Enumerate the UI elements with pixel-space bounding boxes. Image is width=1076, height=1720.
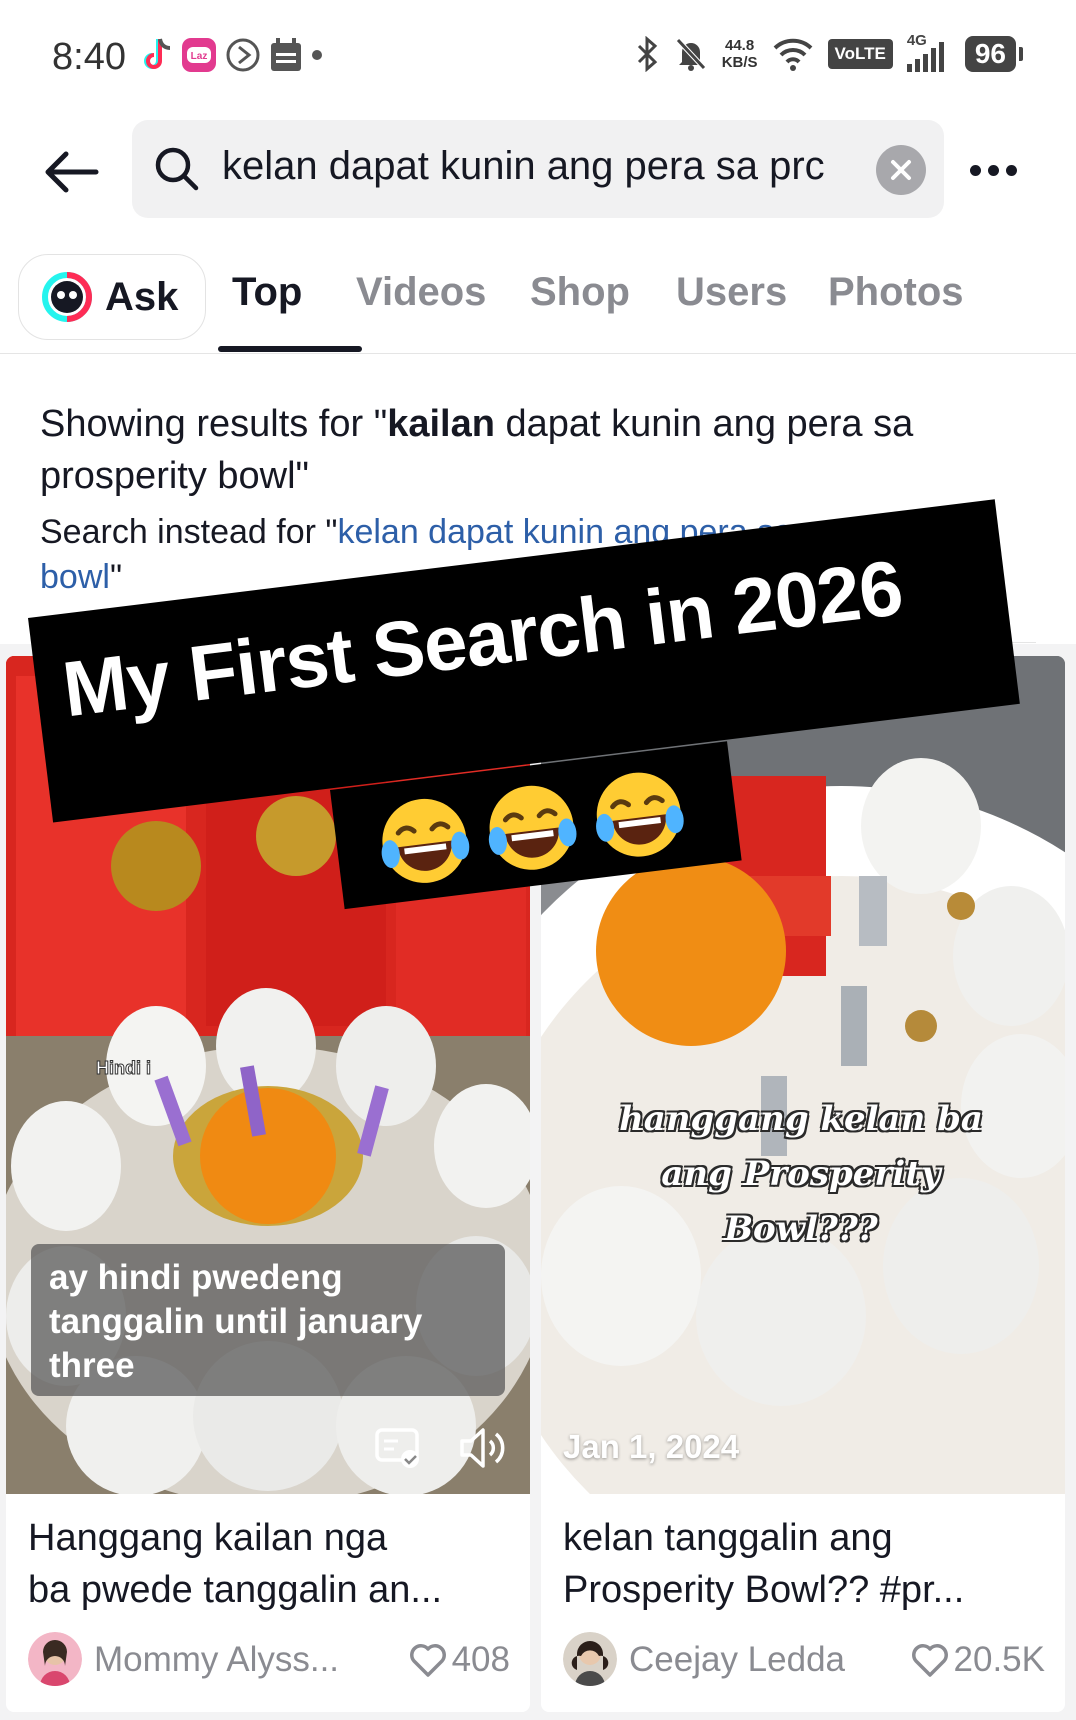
- status-time: 8:40: [52, 36, 126, 78]
- overlay-tag: Hindi i: [96, 1058, 152, 1079]
- more-dot-icon: [970, 164, 981, 176]
- status-bar: 8:40 Laz 44.8 KB/S VoLTE 4G 96: [0, 0, 1076, 112]
- mute-bell-icon: [675, 38, 706, 71]
- corrected-word: kailan: [387, 403, 495, 445]
- volume-icon[interactable]: [458, 1424, 510, 1472]
- tab-users[interactable]: Users: [676, 270, 787, 315]
- video-date: Jan 1, 2024: [563, 1428, 740, 1465]
- wifi-icon: [773, 38, 812, 71]
- laughing-crying-emoji-icon: [381, 798, 470, 883]
- author-name[interactable]: Ceejay Ledda: [629, 1640, 845, 1680]
- laughing-crying-emoji-icon: [596, 772, 684, 857]
- svg-text:Laz: Laz: [191, 51, 208, 62]
- caption-overlay: ay hindi pwedeng tanggalin until january…: [31, 1244, 505, 1396]
- more-dot-icon: [988, 164, 999, 176]
- volte-badge: VoLTE: [827, 39, 893, 69]
- more-notifications-dot-icon: [312, 50, 322, 60]
- tab-photos[interactable]: Photos: [828, 270, 964, 315]
- back-arrow-icon[interactable]: [40, 140, 104, 204]
- tab-shop[interactable]: Shop: [530, 270, 630, 315]
- tab-ask-label: Ask: [105, 274, 179, 319]
- search-tabs: Ask Top Videos Shop Users Photos: [0, 252, 1076, 354]
- avatar[interactable]: [28, 1632, 82, 1686]
- search-icon: [155, 147, 199, 191]
- captions-icon[interactable]: [374, 1426, 422, 1470]
- lazada-notification-icon: Laz: [182, 38, 216, 72]
- video-text-overlay: hanggang kelan ba ang Prosperity Bowl???: [619, 1099, 983, 1249]
- video-title[interactable]: kelan tanggalin ang Prosperity Bowl?? #p…: [563, 1512, 1043, 1616]
- cellular-signal-icon: 4G: [906, 32, 951, 72]
- heart-icon: [911, 1644, 948, 1677]
- ask-ai-icon: [42, 272, 92, 322]
- battery-indicator: 96: [964, 36, 1024, 72]
- play-circle-icon: [226, 38, 260, 72]
- like-count[interactable]: 20.5K: [910, 1640, 1045, 1680]
- video-title[interactable]: Hanggang kailan nga ba pwede tanggalin a…: [28, 1512, 508, 1616]
- tab-videos[interactable]: Videos: [356, 270, 486, 315]
- bluetooth-icon: [637, 36, 657, 72]
- author-row[interactable]: Mommy Alyss... 408: [28, 1632, 518, 1688]
- clear-search-button[interactable]: [876, 145, 926, 195]
- notification-icons: Laz: [140, 36, 324, 74]
- heart-icon: [409, 1644, 446, 1677]
- showing-results-for: Showing results for "kailan dapat kunin …: [40, 403, 914, 497]
- status-right-icons: 44.8 KB/S VoLTE 4G 96: [634, 32, 1024, 72]
- like-count[interactable]: 408: [408, 1640, 510, 1680]
- tiktok-notification-icon: [144, 38, 171, 69]
- calendar-icon: [271, 38, 301, 71]
- more-dot-icon: [1006, 164, 1017, 176]
- search-input[interactable]: kelan dapat kunin ang pera sa prc: [132, 120, 944, 218]
- network-speed: 44.8 KB/S: [721, 37, 758, 71]
- close-icon: [891, 160, 911, 180]
- laughing-crying-emoji-icon: [488, 785, 577, 870]
- tab-top[interactable]: Top: [232, 270, 302, 315]
- more-options-button[interactable]: [970, 150, 1030, 190]
- avatar[interactable]: [563, 1632, 617, 1686]
- author-row[interactable]: Ceejay Ledda 20.5K: [563, 1632, 1053, 1688]
- tab-ask[interactable]: Ask: [18, 254, 206, 340]
- author-name[interactable]: Mommy Alyss...: [94, 1640, 339, 1680]
- active-tab-indicator: [218, 346, 362, 352]
